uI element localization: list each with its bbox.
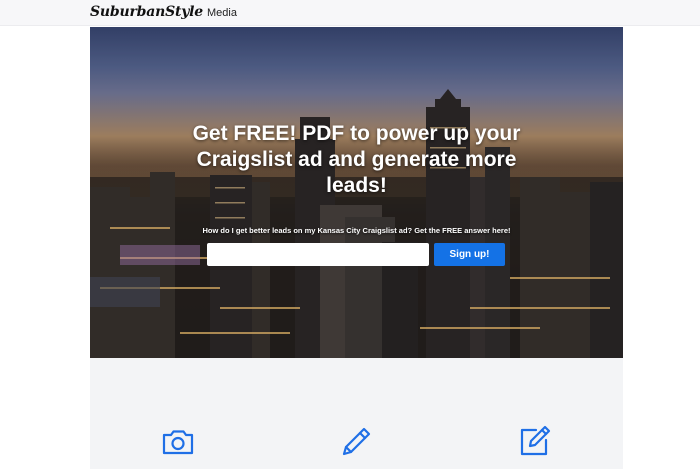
hero-headline: Get FREE! PDF to power up your Craigslis… [192,122,521,197]
pencil-icon [338,424,374,460]
email-input[interactable] [207,243,429,266]
brand-logo[interactable]: SuburbanStyle Media [90,4,237,20]
landing-page: SuburbanStyle Media Get FREE! PDF to pow… [0,0,700,469]
camera-icon [160,424,196,460]
sign-up-button[interactable]: Sign up! [434,243,505,266]
brand-script-wordmark: SuburbanStyle [90,4,204,20]
brand-media-text: Media [207,7,237,19]
features-section [90,358,623,469]
hero-subline: How do I get better leads on my Kansas C… [202,226,511,235]
hero-banner: Get FREE! PDF to power up your Craigslis… [90,27,623,358]
top-bar: SuburbanStyle Media [0,0,700,26]
edit-square-icon [516,424,552,460]
